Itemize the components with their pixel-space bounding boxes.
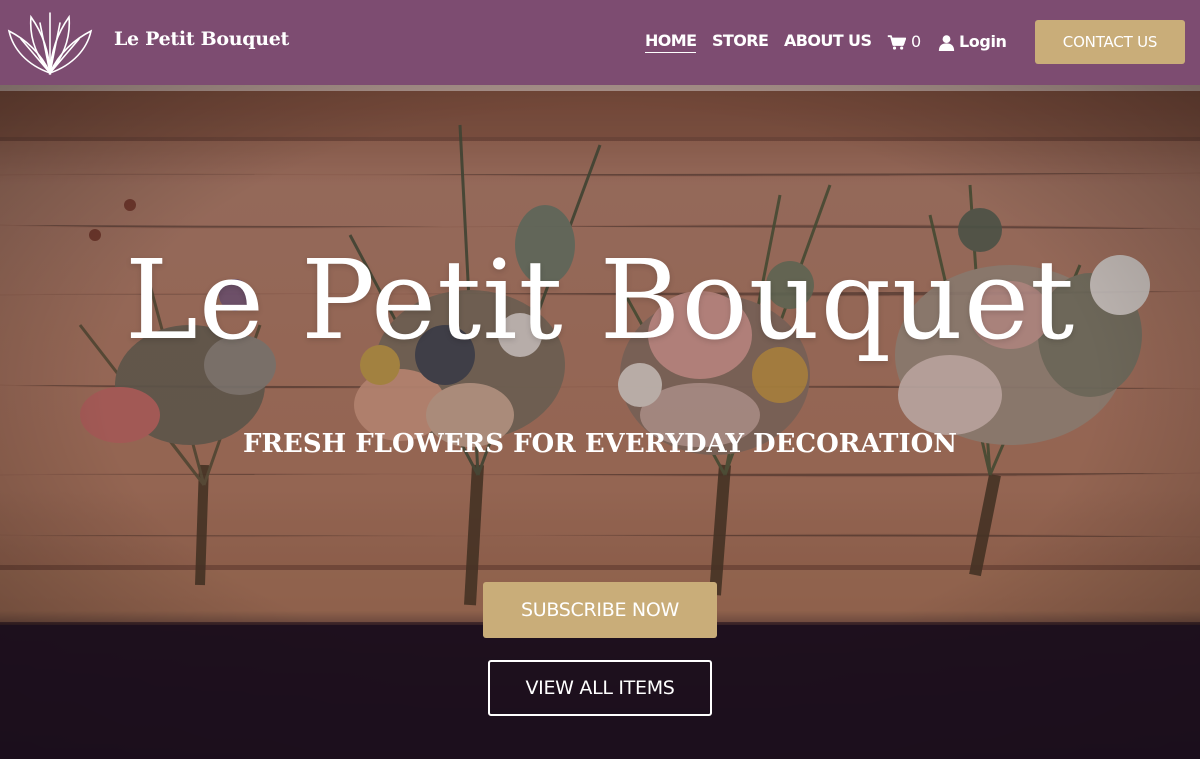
user-icon bbox=[938, 34, 955, 51]
cart-count: 0 bbox=[911, 32, 922, 51]
cart-icon bbox=[887, 34, 906, 50]
login-label: Login bbox=[959, 32, 1007, 51]
subscribe-now-button[interactable]: SUBSCRIBE NOW bbox=[483, 582, 717, 638]
view-all-items-button[interactable]: VIEW ALL ITEMS bbox=[488, 660, 712, 716]
contact-us-button[interactable]: CONTACT US bbox=[1035, 20, 1185, 64]
lotus-logo-icon[interactable] bbox=[7, 9, 93, 75]
cart-button[interactable]: 0 bbox=[887, 31, 921, 53]
brand-name[interactable]: Le Petit Bouquet bbox=[114, 28, 289, 50]
nav-about-us[interactable]: ABOUT US bbox=[784, 30, 872, 52]
site-header: Le Petit Bouquet HOME STORE ABOUT US 0 L… bbox=[0, 0, 1200, 85]
hero-background-image bbox=[0, 85, 1200, 759]
nav-home[interactable]: HOME bbox=[645, 30, 697, 53]
login-button[interactable]: Login bbox=[938, 31, 1007, 53]
hero-subtitle: FRESH FLOWERS FOR EVERYDAY DECORATION bbox=[242, 429, 958, 459]
hero-section: Le Petit Bouquet FRESH FLOWERS FOR EVERY… bbox=[0, 85, 1200, 759]
hero-title: Le Petit Bouquet bbox=[124, 236, 1076, 364]
nav-store[interactable]: STORE bbox=[712, 30, 769, 52]
